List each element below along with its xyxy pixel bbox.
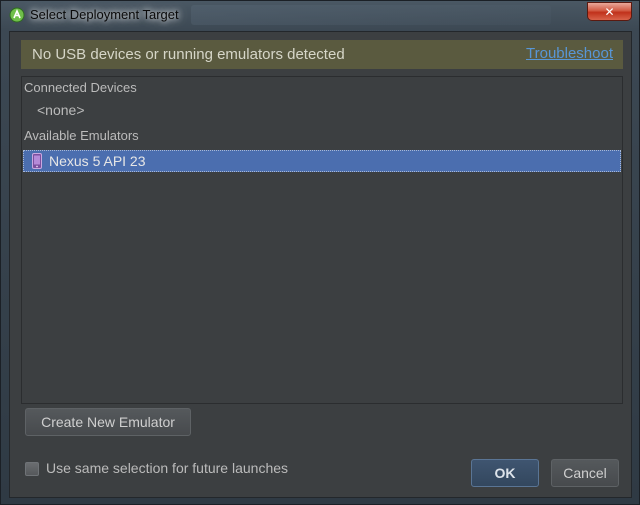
troubleshoot-link[interactable]: Troubleshoot (526, 45, 613, 62)
same-selection-label: Use same selection for future launches (46, 460, 289, 476)
connected-devices-label: Connected Devices (24, 80, 137, 95)
cancel-button[interactable]: Cancel (551, 459, 619, 487)
device-list-panel[interactable]: Connected Devices <none> Available Emula… (21, 76, 623, 404)
android-studio-icon (9, 7, 25, 23)
window-title: Select Deployment Target (30, 7, 179, 22)
no-devices-text: <none> (37, 102, 85, 118)
background-ghost (191, 5, 551, 25)
emulator-label: Nexus 5 API 23 (49, 153, 146, 169)
close-icon: ✕ (604, 4, 615, 19)
connected-devices-header: Connected Devices (24, 80, 137, 95)
close-button[interactable]: ✕ (587, 2, 632, 21)
dialog-window: Select Deployment Target ✕ No USB device… (0, 0, 640, 505)
title-bar[interactable]: Select Deployment Target ✕ (1, 1, 639, 31)
available-emulators-header: Available Emulators (24, 128, 139, 143)
banner-message: No USB devices or running emulators dete… (32, 46, 345, 63)
phone-icon (32, 153, 42, 169)
dialog-content: No USB devices or running emulators dete… (9, 31, 632, 498)
create-new-emulator-button[interactable]: Create New Emulator (25, 408, 191, 436)
emulator-row-nexus-5[interactable]: Nexus 5 API 23 (23, 150, 621, 172)
warning-banner: No USB devices or running emulators dete… (21, 40, 623, 69)
available-emulators-label: Available Emulators (24, 128, 139, 143)
same-selection-checkbox[interactable] (25, 462, 39, 476)
ok-button[interactable]: OK (471, 459, 539, 487)
